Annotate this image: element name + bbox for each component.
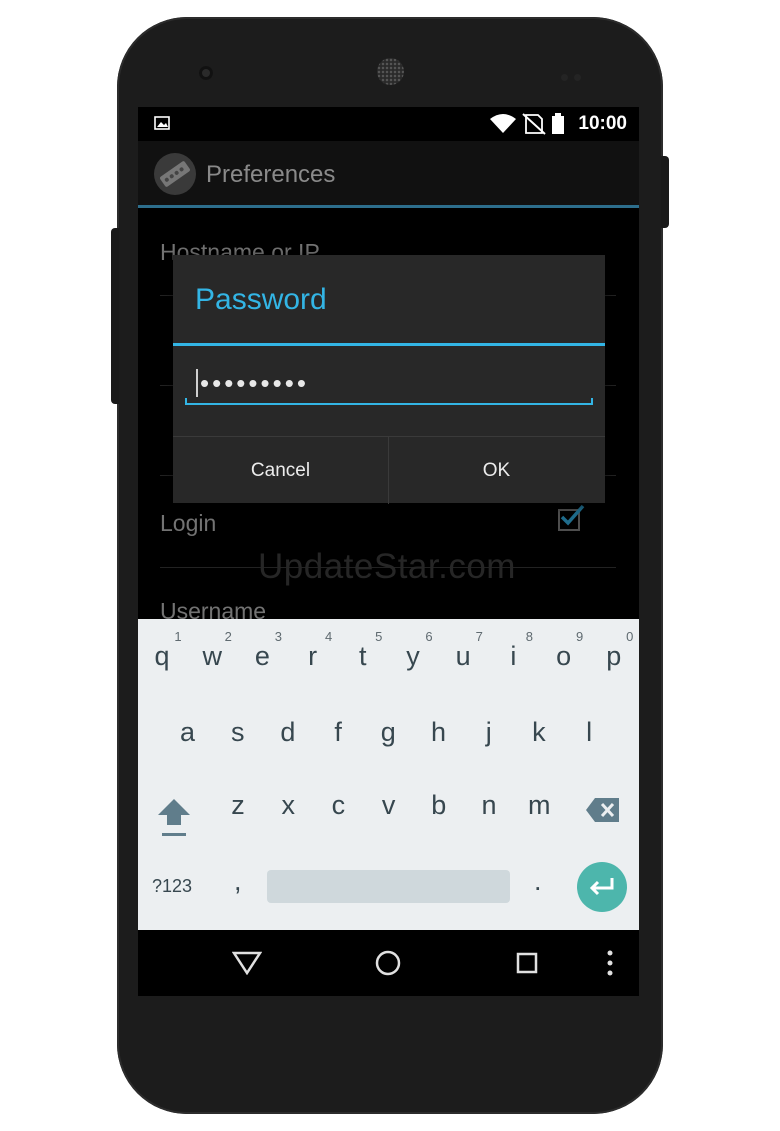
shift-icon [158, 799, 190, 836]
key-f[interactable]: f [313, 717, 363, 748]
key-hint-5: 5 [375, 629, 383, 644]
earpiece-speaker [377, 58, 404, 85]
key-v[interactable]: v [364, 790, 414, 821]
key-n[interactable]: n [464, 790, 514, 821]
battery-icon [552, 113, 564, 134]
shift-key[interactable] [156, 795, 192, 843]
key-hint-0: 0 [626, 629, 634, 644]
key-hint-6: 6 [425, 629, 433, 644]
navigation-bar [138, 930, 639, 996]
password-dialog: Password ••••••••• Cancel OK [173, 255, 605, 504]
power-button [661, 156, 669, 228]
enter-icon [589, 878, 614, 896]
key-hint-7: 7 [475, 629, 483, 644]
image-icon [154, 116, 170, 130]
key-u[interactable]: u [438, 641, 488, 672]
phone-screen: 10:00 Preferences Hostname or IP Login U… [138, 107, 639, 996]
back-icon[interactable] [232, 951, 262, 975]
backspace-icon [586, 798, 619, 822]
dialog-button-bar: Cancel OK [173, 436, 605, 504]
checkmark-icon [560, 504, 585, 526]
wifi-icon [490, 114, 516, 133]
pref-login-label: Login [160, 510, 217, 536]
home-icon[interactable] [375, 950, 401, 976]
dialog-title-divider [173, 343, 605, 346]
status-time: 10:00 [578, 113, 627, 134]
key-w[interactable]: w [187, 641, 237, 672]
key-e[interactable]: e [237, 641, 287, 672]
status-icons [490, 113, 564, 135]
key-b[interactable]: b [414, 790, 464, 821]
key-t[interactable]: t [338, 641, 388, 672]
remote-control-icon[interactable] [154, 153, 196, 195]
key-hint-2: 2 [224, 629, 232, 644]
key-hint-9: 9 [575, 629, 584, 644]
key-p[interactable]: p [589, 641, 639, 672]
key-m[interactable]: m [514, 790, 564, 821]
key-q[interactable]: q [138, 641, 187, 672]
recent-apps-icon[interactable] [516, 952, 538, 974]
key-z[interactable]: z [213, 790, 263, 821]
key-hint-8: 8 [525, 629, 533, 644]
space-key[interactable] [267, 870, 510, 903]
volume-button [111, 228, 119, 404]
key-j[interactable]: j [464, 717, 514, 748]
key-x[interactable]: x [263, 790, 313, 821]
password-input[interactable]: ••••••••• [185, 359, 593, 405]
backspace-key[interactable] [585, 796, 621, 824]
front-camera [199, 66, 213, 80]
key-hint-3: 3 [274, 629, 282, 644]
key-r[interactable]: r [288, 641, 338, 672]
symbols-key[interactable]: ?123 [152, 876, 192, 897]
ok-button[interactable]: OK [389, 437, 604, 504]
page-title: Preferences [206, 161, 336, 188]
password-underline [185, 398, 593, 405]
dialog-title: Password [195, 283, 327, 316]
key-d[interactable]: d [263, 717, 313, 748]
key-k[interactable]: k [514, 717, 564, 748]
key-hint-4: 4 [324, 629, 333, 644]
key-g[interactable]: g [363, 717, 413, 748]
proximity-sensors [561, 68, 587, 81]
status-bar: 10:00 [138, 107, 639, 141]
key-hint-1: 1 [174, 629, 182, 644]
action-bar: Preferences [138, 141, 639, 208]
pref-login[interactable]: Login [160, 510, 616, 537]
key-i[interactable]: i [488, 641, 538, 672]
key-c[interactable]: c [313, 790, 363, 821]
soft-keyboard: q1w2e3r4t5y6u7i8o9p0 asdfghjkl zxcvbnm ?… [138, 619, 639, 930]
period-key[interactable]: . [534, 866, 542, 897]
overflow-menu-icon[interactable] [606, 949, 614, 977]
key-y[interactable]: y [388, 641, 438, 672]
password-value: ••••••••• [200, 368, 309, 398]
watermark: UpdateStar.com [258, 547, 516, 586]
comma-key[interactable]: , [234, 866, 242, 897]
cancel-button[interactable]: Cancel [173, 437, 389, 504]
key-s[interactable]: s [213, 717, 263, 748]
login-checkbox[interactable] [558, 504, 585, 531]
enter-key[interactable] [577, 862, 627, 912]
key-h[interactable]: h [414, 717, 464, 748]
no-sim-icon [522, 113, 546, 135]
key-a[interactable]: a [163, 717, 213, 748]
key-o[interactable]: o [539, 641, 589, 672]
text-cursor [196, 369, 198, 397]
key-l[interactable]: l [564, 717, 614, 748]
